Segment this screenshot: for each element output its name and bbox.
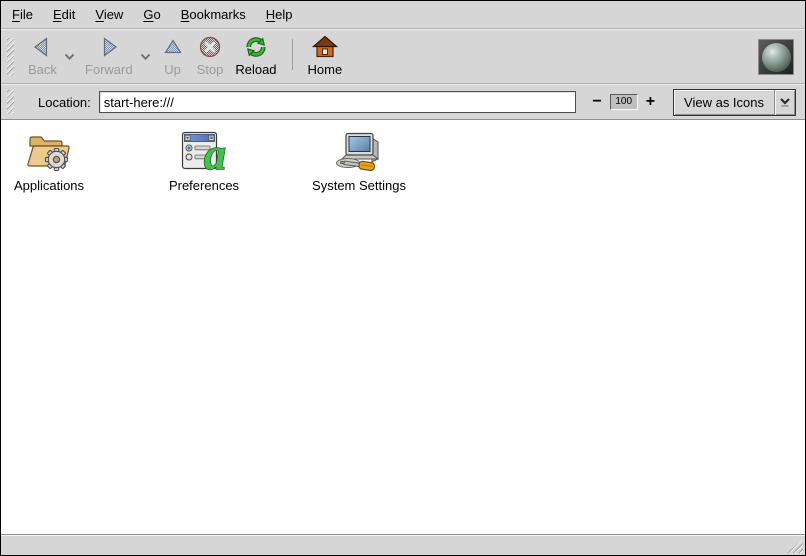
menu-view-rest: iew xyxy=(104,7,124,22)
home-icon xyxy=(312,33,338,61)
view-mode-label: View as Icons xyxy=(674,95,774,110)
menu-bookmarks-rest: ookmarks xyxy=(189,7,245,22)
desktop-item-system-settings[interactable]: System Settings xyxy=(311,129,407,193)
throbber xyxy=(758,39,794,75)
sphere-throbber-icon xyxy=(762,43,791,72)
status-bar xyxy=(1,534,805,555)
menu-file[interactable]: File xyxy=(2,2,43,27)
reload-icon xyxy=(243,33,269,61)
computer-screwdriver-icon xyxy=(334,129,384,175)
menu-file-accel: F xyxy=(12,7,20,22)
up-button[interactable]: Up xyxy=(155,32,191,82)
icon-label-applications: Applications xyxy=(14,178,84,193)
forward-arrow-icon xyxy=(97,33,121,61)
chevron-down-icon xyxy=(140,53,151,61)
menu-bookmarks[interactable]: Bookmarks xyxy=(171,2,256,27)
up-button-label: Up xyxy=(164,62,181,77)
resize-grip[interactable] xyxy=(787,539,803,553)
back-history-dropdown[interactable] xyxy=(63,53,76,61)
file-manager-window: File Edit View Go Bookmarks Help Back Fo… xyxy=(0,0,806,556)
home-button-label: Home xyxy=(308,62,343,77)
menubar: File Edit View Go Bookmarks Help xyxy=(1,1,805,29)
menu-help-rest: elp xyxy=(275,7,292,22)
stop-button-label: Stop xyxy=(197,62,224,77)
menu-help-accel: H xyxy=(266,7,275,22)
menu-file-rest: ile xyxy=(20,7,33,22)
zoom-level-indicator: 100 xyxy=(610,94,638,110)
icon-label-preferences: Preferences xyxy=(169,178,239,193)
icon-label-system-settings: System Settings xyxy=(312,178,406,193)
toolbar-separator xyxy=(292,39,293,70)
preferences-a-glyph: a xyxy=(204,130,226,175)
forward-history-dropdown[interactable] xyxy=(139,53,152,61)
stop-button[interactable]: Stop xyxy=(191,32,230,82)
menu-go-accel: G xyxy=(143,7,153,22)
reload-button[interactable]: Reload xyxy=(229,32,282,82)
locationbar-drag-grip[interactable] xyxy=(7,90,14,114)
location-bar: Location: − 100 + View as Icons xyxy=(1,84,805,120)
zoom-out-button[interactable]: − xyxy=(588,94,605,110)
preferences-window-icon: a xyxy=(179,129,229,175)
toolbar-drag-grip[interactable] xyxy=(7,38,14,76)
back-arrow-icon xyxy=(30,33,54,61)
icon-view: Applications a Preferences xyxy=(1,120,805,534)
applications-folder-gear-icon xyxy=(24,129,74,175)
menu-go[interactable]: Go xyxy=(133,2,170,27)
menu-view[interactable]: View xyxy=(85,2,133,27)
chevron-down-icon xyxy=(64,53,75,61)
back-button-label: Back xyxy=(28,62,57,77)
toolbar: Back Forward Up xyxy=(1,29,805,84)
menu-go-rest: o xyxy=(153,7,160,22)
desktop-item-applications[interactable]: Applications xyxy=(1,129,97,193)
reload-button-label: Reload xyxy=(235,62,276,77)
menu-view-accel: V xyxy=(95,7,103,22)
zoom-in-button[interactable]: + xyxy=(642,94,659,110)
location-label: Location: xyxy=(38,95,91,110)
forward-button[interactable]: Forward xyxy=(79,32,139,82)
home-button[interactable]: Home xyxy=(302,32,349,82)
menu-edit-accel: E xyxy=(53,7,62,22)
view-mode-dropdown[interactable]: View as Icons xyxy=(673,89,796,116)
menu-help[interactable]: Help xyxy=(256,2,303,27)
option-menu-indicator-icon xyxy=(775,97,795,108)
back-button[interactable]: Back xyxy=(22,32,63,82)
stop-icon xyxy=(198,33,222,61)
menu-edit[interactable]: Edit xyxy=(43,2,85,27)
forward-button-label: Forward xyxy=(85,62,133,77)
up-arrow-icon xyxy=(161,33,185,61)
menu-edit-rest: dit xyxy=(62,7,76,22)
desktop-item-preferences[interactable]: a Preferences xyxy=(156,129,252,193)
location-input[interactable] xyxy=(99,91,577,113)
